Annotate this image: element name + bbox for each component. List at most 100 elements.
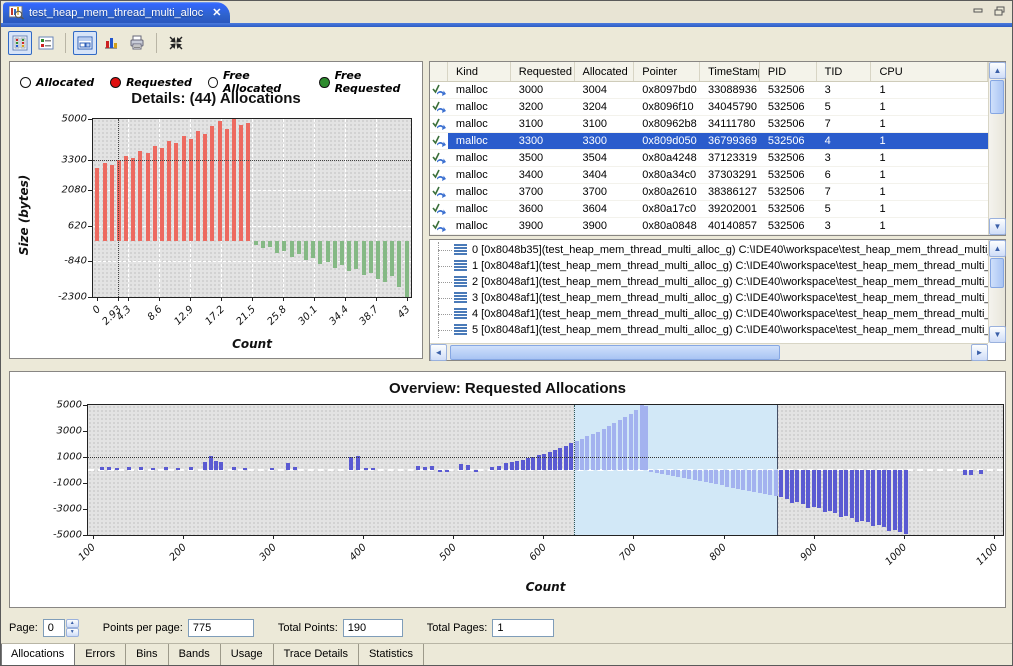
tab-allocations[interactable]: Allocations xyxy=(1,644,75,666)
cell-allocated: 3700 xyxy=(574,184,634,200)
page-value[interactable]: 0 xyxy=(43,619,65,637)
column-header[interactable]: Kind xyxy=(448,62,511,81)
column-header[interactable]: Pointer xyxy=(634,62,700,81)
bar xyxy=(504,463,508,470)
column-header[interactable]: Requested xyxy=(511,62,575,81)
column-header[interactable]: Allocated xyxy=(575,62,635,81)
trace-list-item[interactable]: 5 [0x8048af1](test_heap_mem_thread_multi… xyxy=(430,322,988,338)
malloc-icon xyxy=(430,99,448,115)
x-tick-mark xyxy=(453,535,454,539)
trace-list[interactable]: 0 [0x8048b35](test_heap_mem_thread_multi… xyxy=(430,242,988,343)
bar xyxy=(714,470,718,484)
column-header[interactable]: PID xyxy=(760,62,817,81)
tab-bands[interactable]: Bands xyxy=(169,644,221,666)
tab-bins[interactable]: Bins xyxy=(126,644,168,666)
bar xyxy=(812,470,816,507)
spin-up-button[interactable]: ▲ xyxy=(66,619,79,628)
scroll-left-button[interactable]: ◄ xyxy=(430,344,447,361)
bar xyxy=(349,457,353,470)
bar xyxy=(763,470,767,494)
trace-list-item[interactable]: 0 [0x8048b35](test_heap_mem_thread_multi… xyxy=(430,242,988,258)
trace-vertical-scrollbar[interactable]: ▲ ▼ xyxy=(988,240,1005,343)
cell-kind: malloc xyxy=(448,99,511,115)
print-button[interactable] xyxy=(125,31,149,55)
malloc-icon xyxy=(430,133,448,149)
table-row[interactable]: malloc310031000x80962b83411178053250671 xyxy=(430,116,988,133)
bar xyxy=(103,163,107,241)
collapse-all-button[interactable] xyxy=(164,31,188,55)
view-tab-icon xyxy=(9,6,24,19)
cell-cpu: 1 xyxy=(871,167,988,183)
trace-list-item[interactable]: 1 [0x8048af1](test_heap_mem_thread_multi… xyxy=(430,258,988,274)
table-row[interactable]: malloc300030040x8097bd03308893653250631 xyxy=(430,82,988,99)
tab-trace-details[interactable]: Trace Details xyxy=(274,644,359,666)
page-spinner[interactable]: 0 ▲ ▼ xyxy=(43,619,79,637)
scroll-down-button[interactable]: ▼ xyxy=(989,218,1006,235)
bar xyxy=(548,452,552,470)
overview-plot-area[interactable]: 500030001000-1000-3000-50001002003004005… xyxy=(87,404,1004,536)
scroll-up-button[interactable]: ▲ xyxy=(989,62,1006,79)
bar xyxy=(969,470,973,475)
bar xyxy=(362,241,366,275)
bar xyxy=(131,158,135,241)
trace-list-item[interactable]: 4 [0x8048af1](test_heap_mem_thread_multi… xyxy=(430,306,988,322)
table-row[interactable]: malloc340034040x80a34c03730329153250661 xyxy=(430,167,988,184)
table-row[interactable]: malloc360036040x80a17c03920200153250651 xyxy=(430,201,988,218)
scroll-thumb[interactable] xyxy=(450,345,780,360)
tab-usage[interactable]: Usage xyxy=(221,644,274,666)
bar xyxy=(318,241,322,264)
bar xyxy=(904,470,908,534)
minimize-view-button[interactable] xyxy=(972,5,985,16)
table-row[interactable]: malloc390039000x80a08484014085753250631 xyxy=(430,218,988,235)
view-tab[interactable]: test_heap_mem_thread_multi_alloc ✕ xyxy=(3,2,230,23)
column-header[interactable]: TID xyxy=(817,62,872,81)
scroll-thumb[interactable] xyxy=(990,258,1004,288)
table-row[interactable]: malloc350035040x80a42483712331953250631 xyxy=(430,150,988,167)
bar xyxy=(297,241,301,254)
bar xyxy=(176,468,180,470)
trace-list-item[interactable]: 2 [0x8048af1](test_heap_mem_thread_multi… xyxy=(430,274,988,290)
bar xyxy=(138,151,142,241)
cell-timestamp: 34045790 xyxy=(700,99,760,115)
scroll-right-button[interactable]: ► xyxy=(971,344,988,361)
trace-list-item[interactable]: 3 [0x8048af1](test_heap_mem_thread_multi… xyxy=(430,290,988,306)
malloc-icon xyxy=(430,218,448,234)
bar xyxy=(558,448,562,470)
column-header[interactable] xyxy=(430,62,448,81)
table-row[interactable]: malloc330033000x809d0503679936953250641 xyxy=(430,133,988,150)
spin-down-button[interactable]: ▼ xyxy=(66,628,79,637)
close-view-icon[interactable]: ✕ xyxy=(212,6,221,19)
bar xyxy=(239,125,243,241)
trace-item-icon xyxy=(454,292,467,304)
bar-chart-button[interactable] xyxy=(99,31,123,55)
details-y-axis-label: Size (bytes) xyxy=(17,145,31,285)
column-header[interactable]: TimeStamp xyxy=(700,62,760,81)
points-per-page-input[interactable]: 775 xyxy=(188,619,254,637)
table-row[interactable]: malloc320032040x8096f103404579053250651 xyxy=(430,99,988,116)
allocations-table[interactable]: KindRequestedAllocatedPointerTimeStampPI… xyxy=(430,62,988,235)
bar xyxy=(607,426,611,470)
scroll-down-button[interactable]: ▼ xyxy=(989,326,1006,343)
column-header[interactable]: CPU xyxy=(871,62,988,81)
table-row[interactable]: malloc370037000x80a26103838612753250671 xyxy=(430,184,988,201)
legend-item[interactable]: Allocated xyxy=(20,76,94,89)
overview-layout-button[interactable] xyxy=(73,31,97,55)
maximize-view-button[interactable] xyxy=(993,5,1006,16)
bar xyxy=(521,460,525,470)
view-tab-title: test_heap_mem_thread_multi_alloc xyxy=(29,7,203,19)
tab-errors[interactable]: Errors xyxy=(75,644,126,666)
y-tick-label: 3300 xyxy=(62,155,87,166)
tab-statistics[interactable]: Statistics xyxy=(359,644,424,666)
legend-item[interactable]: Requested xyxy=(110,76,192,89)
scroll-thumb[interactable] xyxy=(990,80,1004,114)
bar xyxy=(575,441,579,470)
details-plot-area[interactable]: 500033002080620-840-230002.934.38.612.91… xyxy=(92,118,412,298)
table-vertical-scrollbar[interactable]: ▲ ▼ xyxy=(988,62,1005,235)
allocations-table-panel: KindRequestedAllocatedPointerTimeStampPI… xyxy=(429,61,1006,236)
print-icon xyxy=(129,35,145,51)
cell-pointer: 0x80a4248 xyxy=(634,150,700,166)
grid-view-button[interactable] xyxy=(8,31,32,55)
trace-horizontal-scrollbar[interactable]: ◄ ► xyxy=(430,343,988,360)
scroll-up-button[interactable]: ▲ xyxy=(989,240,1006,257)
list-view-button[interactable] xyxy=(34,31,58,55)
